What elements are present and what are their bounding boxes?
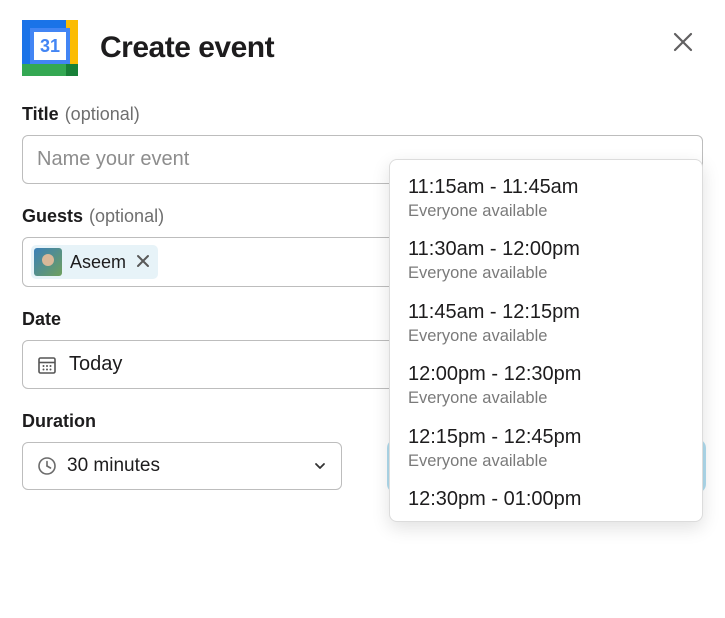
time-option[interactable]: 11:15am - 11:45am Everyone available [390,170,702,232]
time-option-time: 12:15pm - 12:45pm [408,424,684,451]
modal-header: 31 Create event [22,20,703,76]
time-option[interactable]: 11:30am - 12:00pm Everyone available [390,232,702,294]
time-option-time: 12:30pm - 01:00pm [408,486,684,513]
close-button[interactable] [669,28,697,56]
title-optional: (optional) [65,104,140,125]
time-option[interactable]: 12:30pm - 01:00pm [390,482,702,517]
duration-value: 30 minutes [67,455,160,477]
guest-chip-name: Aseem [70,252,126,273]
date-label-text: Date [22,309,61,330]
calendar-icon [37,355,57,375]
duration-group: Duration 30 minutes [22,411,342,490]
time-option[interactable]: 11:45am - 12:15pm Everyone available [390,295,702,357]
modal-title: Create event [100,31,274,65]
avatar [34,248,62,276]
time-option-time: 11:30am - 12:00pm [408,236,684,263]
time-option-avail: Everyone available [408,263,684,284]
time-option-time: 12:00pm - 12:30pm [408,361,684,388]
time-option-avail: Everyone available [408,326,684,347]
title-label: Title (optional) [22,104,703,125]
duration-label-text: Duration [22,411,96,432]
duration-select[interactable]: 30 minutes [22,442,342,490]
title-label-text: Title [22,104,59,125]
time-option[interactable]: 12:00pm - 12:30pm Everyone available [390,357,702,419]
guest-chip: Aseem [31,245,158,279]
svg-text:31: 31 [40,36,60,56]
time-option-time: 11:15am - 11:45am [408,174,684,201]
duration-label: Duration [22,411,342,432]
time-option[interactable]: 12:15pm - 12:45pm Everyone available [390,420,702,482]
time-option-avail: Everyone available [408,451,684,472]
guests-label-text: Guests [22,206,83,227]
time-dropdown: 11:15am - 11:45am Everyone available 11:… [389,159,703,522]
date-value: Today [69,353,122,376]
clock-icon [37,456,57,476]
chevron-down-icon [313,459,327,473]
google-calendar-icon: 31 [22,20,78,76]
time-option-avail: Everyone available [408,201,684,222]
remove-guest-button[interactable] [136,252,150,273]
time-option-time: 11:45am - 12:15pm [408,299,684,326]
time-option-avail: Everyone available [408,388,684,409]
guests-optional: (optional) [89,206,164,227]
x-icon [136,254,150,268]
close-icon [672,31,694,53]
